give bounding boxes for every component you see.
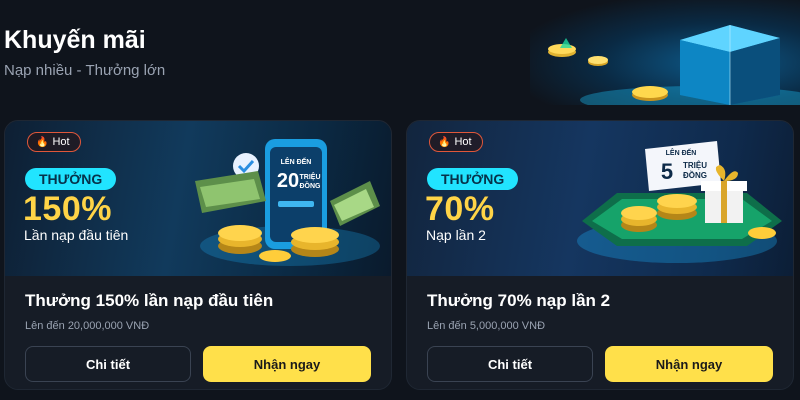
phone-amount-unit-1: TRIỆU <box>300 172 321 181</box>
hot-badge: 🔥 Hot <box>27 132 81 152</box>
promo-card-first-deposit: LÊN ĐẾN 20 TRIỆU ĐỒNG 🔥 Hot THƯỞNG 150% … <box>4 120 392 390</box>
flame-icon: 🔥 <box>438 136 451 148</box>
bonus-label: THƯỞNG <box>25 168 117 190</box>
tag-amount-unit-2: ĐỒNG <box>683 170 707 180</box>
bonus-label: THƯỞNG <box>427 168 519 190</box>
promo-title: Thưởng 70% nạp lần 2 <box>427 291 611 310</box>
claim-button[interactable]: Nhận ngay <box>605 346 773 382</box>
bonus-caption: Nạp lần 2 <box>426 227 486 243</box>
promo-subtitle: Lên đến 20,000,000 VNĐ <box>25 320 150 332</box>
tag-amount-unit-1: TRIỆU <box>683 161 707 170</box>
promo-title: Thưởng 150% lần nạp đầu tiên <box>25 291 274 310</box>
claim-button[interactable]: Nhận ngay <box>203 346 371 382</box>
bonus-percent: 70% <box>425 190 495 228</box>
hot-badge-label: Hot <box>52 136 70 148</box>
flame-icon: 🔥 <box>36 136 49 148</box>
hot-badge-label: Hot <box>454 136 472 148</box>
hot-badge: 🔥 Hot <box>429 132 483 152</box>
promo-illustration: LÊN ĐẾN 5 TRIỆU ĐỒNG <box>557 121 793 276</box>
phone-amount-value: 20 <box>277 170 299 192</box>
hero-illustration <box>530 0 800 105</box>
page-title: Khuyến mãi <box>4 26 146 54</box>
promo-subtitle: Lên đến 5,000,000 VNĐ <box>427 320 546 332</box>
bonus-caption: Lần nạp đầu tiên <box>24 227 129 243</box>
promotions-header: Khuyến mãi Nạp nhiều - Thưởng lớn <box>0 0 800 108</box>
promo-banner[interactable]: LÊN ĐẾN 20 TRIỆU ĐỒNG 🔥 Hot THƯỞNG 150% … <box>5 121 391 276</box>
promo-illustration: LÊN ĐẾN 20 TRIỆU ĐỒNG <box>180 121 391 276</box>
promo-card-second-deposit: LÊN ĐẾN 5 TRIỆU ĐỒNG 🔥 Hot THƯỞNG 70% Nạ… <box>406 120 794 390</box>
detail-button[interactable]: Chi tiết <box>25 346 191 382</box>
tag-amount-value: 5 <box>661 159 673 184</box>
detail-button[interactable]: Chi tiết <box>427 346 593 382</box>
page-subtitle: Nạp nhiều - Thưởng lớn <box>4 62 166 79</box>
bonus-percent: 150% <box>23 190 112 228</box>
promo-banner[interactable]: LÊN ĐẾN 5 TRIỆU ĐỒNG 🔥 Hot THƯỞNG 70% Nạ… <box>407 121 793 276</box>
